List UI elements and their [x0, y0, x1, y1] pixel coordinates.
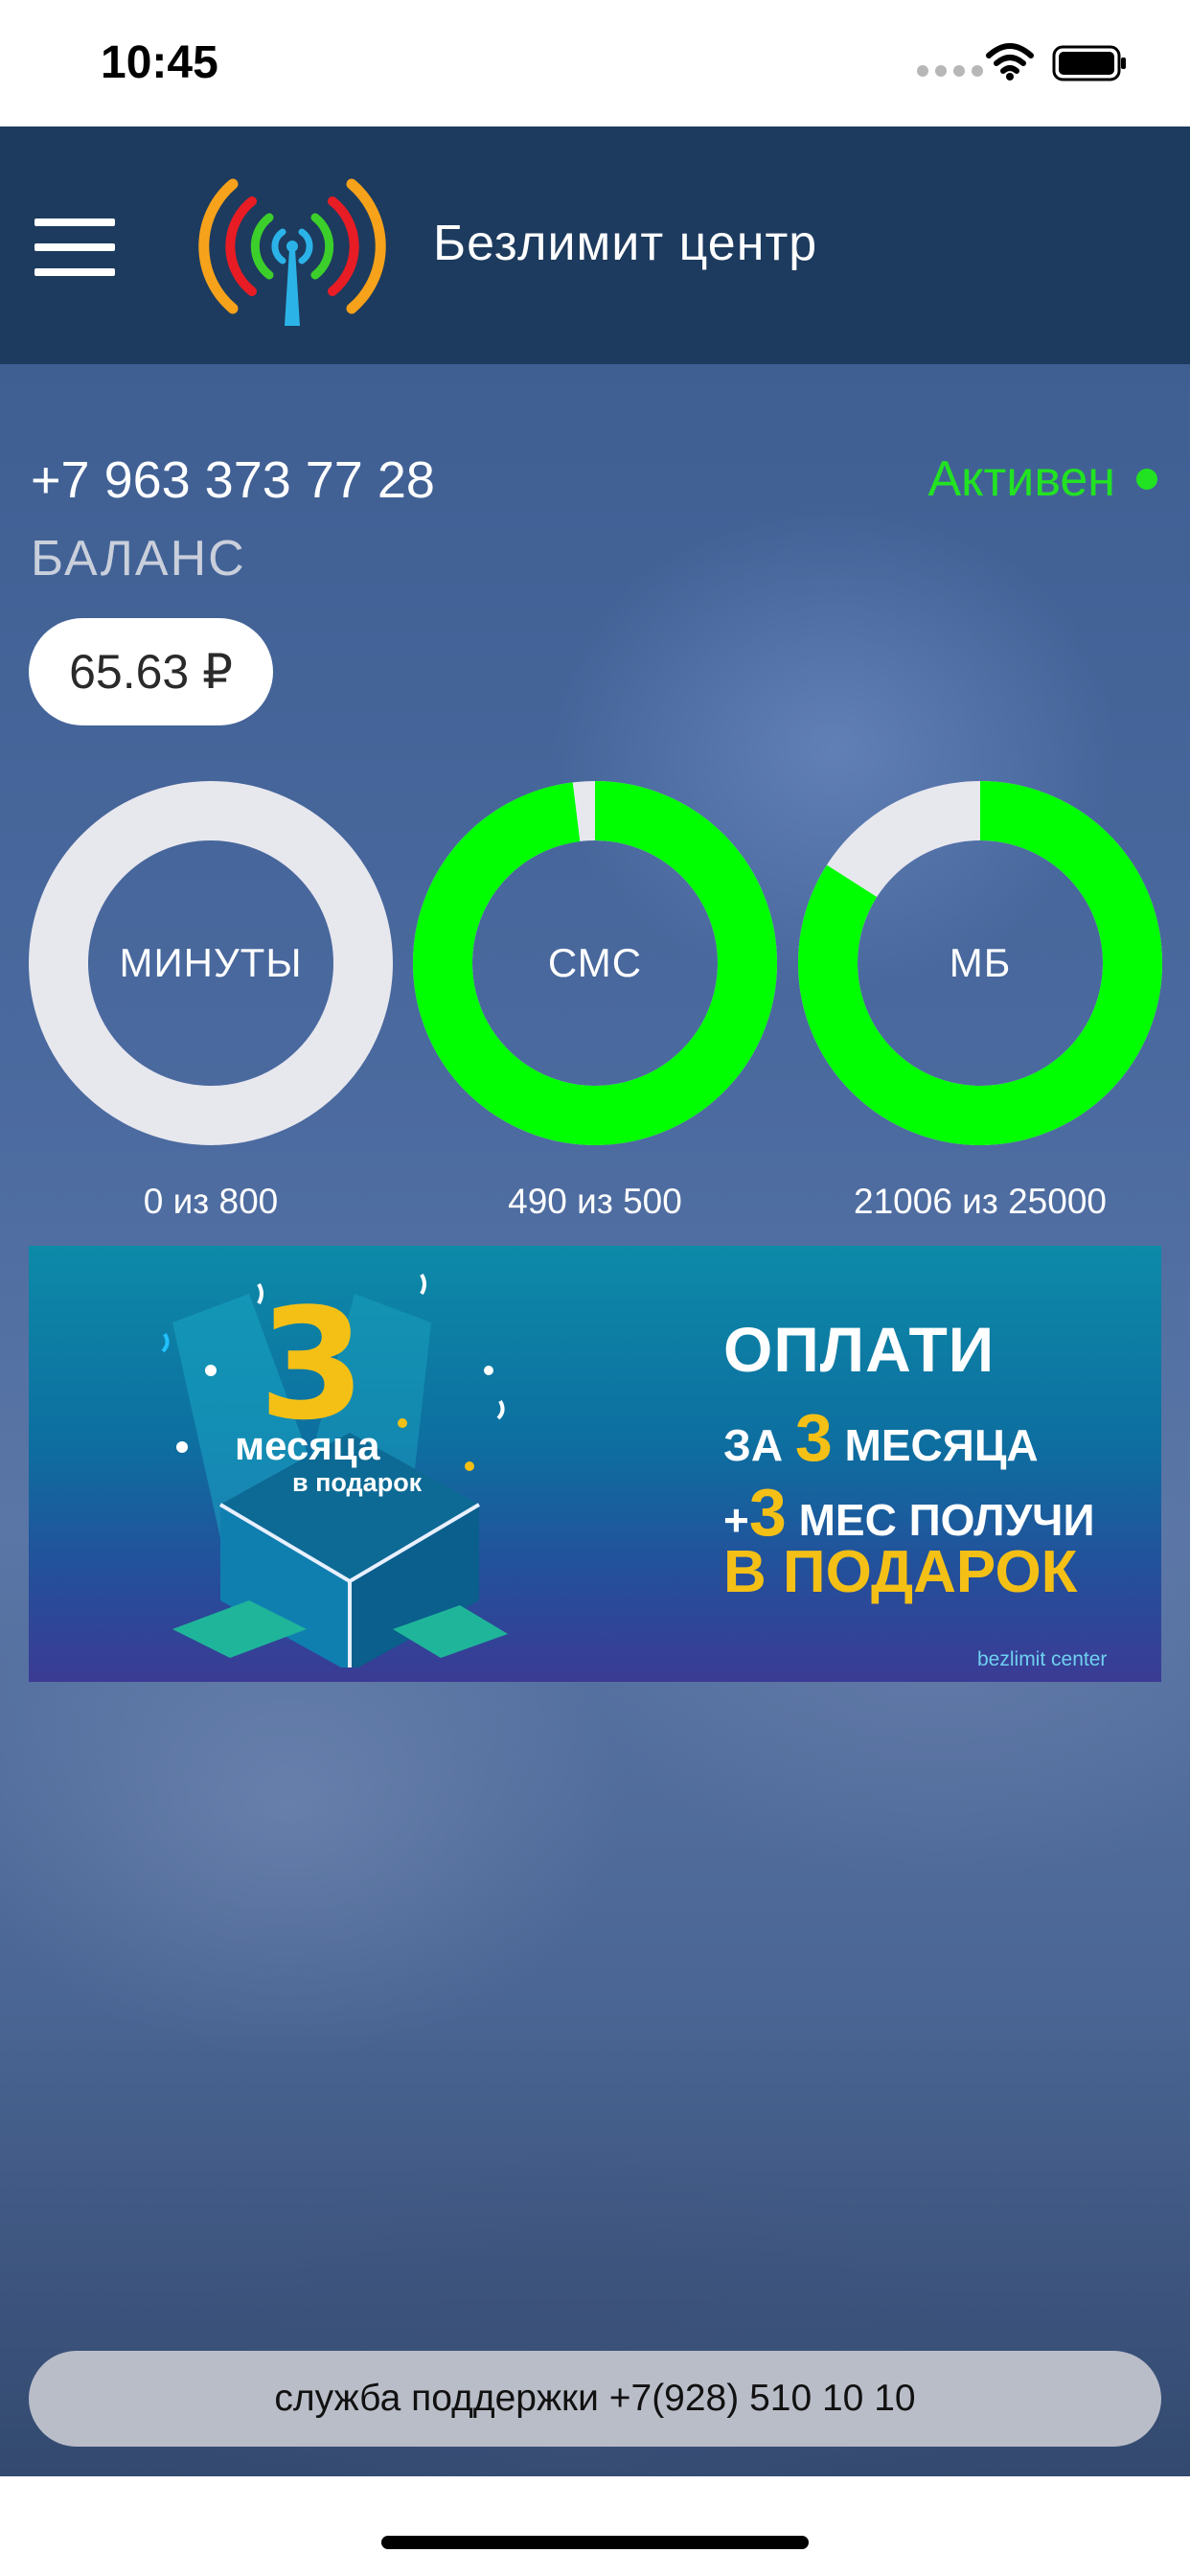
balance-value[interactable]: 65.63 ₽: [29, 618, 273, 725]
account-status-label: Активен: [927, 451, 1115, 507]
status-dot-icon: [1136, 469, 1157, 490]
menu-icon[interactable]: [34, 218, 115, 276]
sms-ring[interactable]: СМС: [413, 781, 777, 1145]
mb-ring[interactable]: МБ: [798, 781, 1162, 1145]
banner-line-pay-post: МЕСЯЦА: [832, 1420, 1039, 1470]
account-status: Активен: [927, 450, 1157, 508]
minutes-ring[interactable]: МИНУТЫ: [29, 781, 393, 1145]
banner-line-pay-number: 3: [794, 1400, 833, 1475]
balance-label: БАЛАНС: [31, 531, 246, 586]
mb-caption: 21006 из 25000: [854, 1182, 1107, 1221]
sms-caption: 490 из 500: [508, 1182, 682, 1221]
banner-headline: ОПЛАТИ: [723, 1314, 995, 1385]
wifi-icon: [986, 43, 1034, 80]
phone-number: +7 963 373 77 28: [31, 451, 435, 509]
minutes-caption: 0 из 800: [143, 1182, 279, 1221]
home-indicator: [381, 2536, 809, 2549]
app-title: Безлимит центр: [433, 216, 818, 271]
minutes-label: МИНУТЫ: [119, 940, 303, 985]
signal-icon: [917, 65, 983, 77]
banner-line-pay: ЗА 3 МЕСЯЦА: [723, 1399, 1039, 1476]
promo-gift: в подарок: [292, 1468, 423, 1497]
banner-line-gift: В ПОДАРОК: [723, 1539, 1078, 1605]
status-time: 10:45: [101, 37, 218, 88]
mb-label: МБ: [949, 940, 1012, 985]
banner-brand: bezlimit center: [977, 1648, 1108, 1670]
promo-banner[interactable]: 3 месяца в подарок ОПЛАТИ ЗА 3 МЕСЯЦА +3…: [29, 1246, 1161, 1682]
sms-label: СМС: [547, 940, 643, 985]
banner-line-pay-pre: ЗА: [723, 1420, 795, 1470]
app-header: Безлимит центр: [0, 126, 1190, 364]
promo-months: месяца: [235, 1423, 380, 1468]
status-bar: 10:45: [0, 0, 1190, 126]
antenna-logo-icon: [198, 178, 386, 326]
battery-icon: [1052, 45, 1126, 81]
support-button[interactable]: служба поддержки +7(928) 510 10 10: [29, 2351, 1161, 2447]
